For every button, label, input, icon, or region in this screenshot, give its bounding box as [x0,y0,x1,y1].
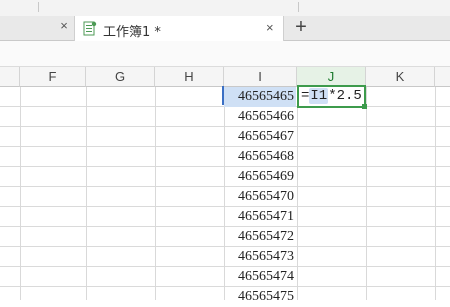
tab-workbook[interactable]: 工作簿1 * × [74,16,284,41]
cell-i11[interactable]: 46565475 [224,287,296,307]
plus-icon[interactable]: + [290,16,312,38]
reference-marker [222,86,224,105]
column-header-partial[interactable] [435,67,450,87]
column-header-k[interactable]: K [366,67,435,87]
formula-reference: I1 [309,88,329,104]
tab-title: 工作簿1 * [103,25,161,40]
close-icon[interactable]: × [58,19,70,32]
formula-bar-area [0,41,450,67]
cell-i4[interactable]: 46565468 [224,147,296,167]
cell-i3[interactable]: 46565467 [224,127,296,147]
cell-i1[interactable]: 46565465 [224,87,296,107]
cell-i2[interactable]: 46565466 [224,107,296,127]
strip-divider [38,2,39,12]
formula-text[interactable]: =I1*2.5 [301,88,362,104]
title-strip [0,0,450,16]
formula-suffix: *2.5 [328,88,362,104]
column-header-h[interactable]: H [155,67,224,87]
column-header-f[interactable]: F [20,67,86,87]
cell-i9[interactable]: 46565473 [224,247,296,267]
active-cell-j1[interactable]: =I1*2.5 [297,85,366,108]
column-header-i[interactable]: I [224,67,297,87]
column-header-g[interactable]: G [86,67,155,87]
spreadsheet-doc-icon [83,21,97,36]
close-icon[interactable]: × [266,20,274,35]
column-header-partial[interactable] [0,67,20,87]
cell-i6[interactable]: 46565470 [224,187,296,207]
column-header-j[interactable]: J [297,67,366,87]
cell-i7[interactable]: 46565471 [224,207,296,227]
fill-handle[interactable] [362,104,367,109]
cell-i5[interactable]: 46565469 [224,167,296,187]
cell-i8[interactable]: 46565472 [224,227,296,247]
strip-divider [298,2,299,12]
cell-i10[interactable]: 46565474 [224,267,296,287]
